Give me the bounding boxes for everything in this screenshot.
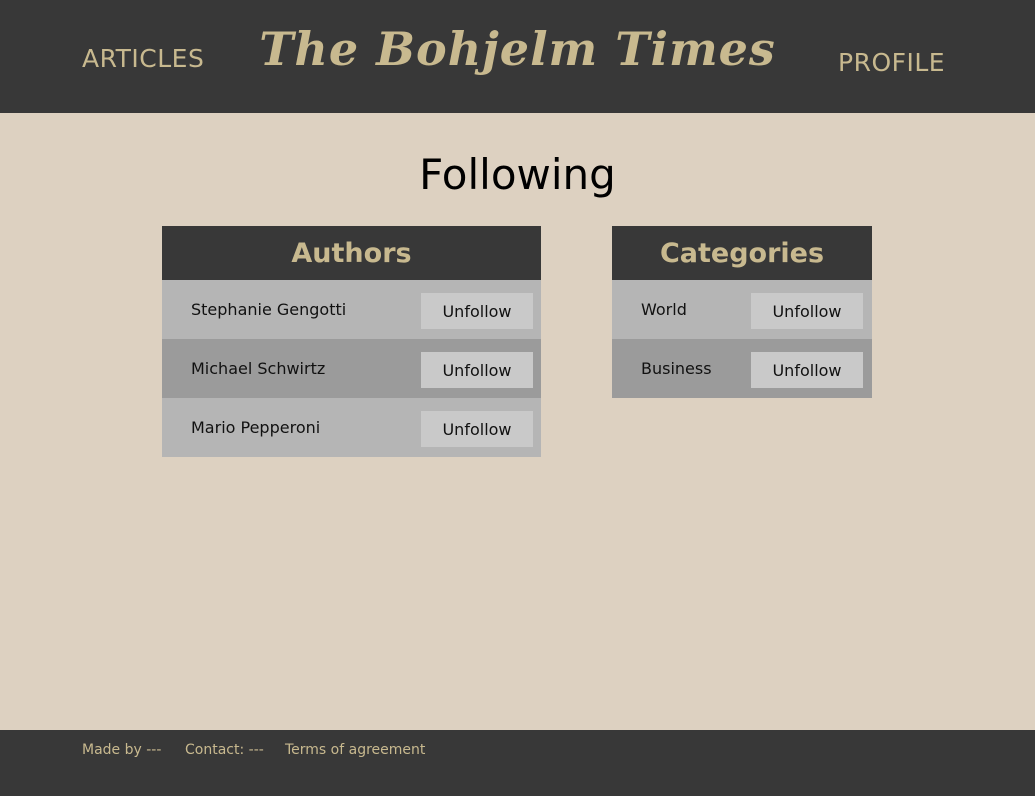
- author-name: Mario Pepperoni: [191, 418, 321, 437]
- footer-contact: Contact: ---: [185, 742, 264, 758]
- category-name: Business: [641, 359, 712, 378]
- unfollow-category-button[interactable]: Unfollow: [751, 352, 863, 388]
- categories-panel-title: Categories: [612, 226, 872, 280]
- site-header: ARTICLES The Bohjelm Times PROFILE: [0, 0, 1035, 113]
- authors-panel-title: Authors: [162, 226, 541, 280]
- footer-made-by: Made by ---: [82, 742, 162, 758]
- category-row: Business Unfollow: [612, 339, 872, 398]
- author-row: Michael Schwirtz Unfollow: [162, 339, 541, 398]
- author-row: Stephanie Gengotti Unfollow: [162, 280, 541, 339]
- unfollow-category-button[interactable]: Unfollow: [751, 293, 863, 329]
- unfollow-author-button[interactable]: Unfollow: [421, 352, 533, 388]
- category-name: World: [641, 300, 687, 319]
- authors-panel: Authors Stephanie Gengotti Unfollow Mich…: [162, 226, 541, 457]
- nav-profile-link[interactable]: PROFILE: [838, 48, 945, 77]
- author-name: Michael Schwirtz: [191, 359, 326, 378]
- site-footer: Made by --- Contact: --- Terms of agreem…: [0, 730, 1035, 796]
- category-row: World Unfollow: [612, 280, 872, 339]
- categories-panel: Categories World Unfollow Business Unfol…: [612, 226, 872, 398]
- page-title: Following: [419, 150, 616, 199]
- unfollow-author-button[interactable]: Unfollow: [421, 293, 533, 329]
- author-name: Stephanie Gengotti: [191, 300, 347, 319]
- author-row: Mario Pepperoni Unfollow: [162, 398, 541, 457]
- footer-terms-link[interactable]: Terms of agreement: [285, 742, 425, 758]
- unfollow-author-button[interactable]: Unfollow: [421, 411, 533, 447]
